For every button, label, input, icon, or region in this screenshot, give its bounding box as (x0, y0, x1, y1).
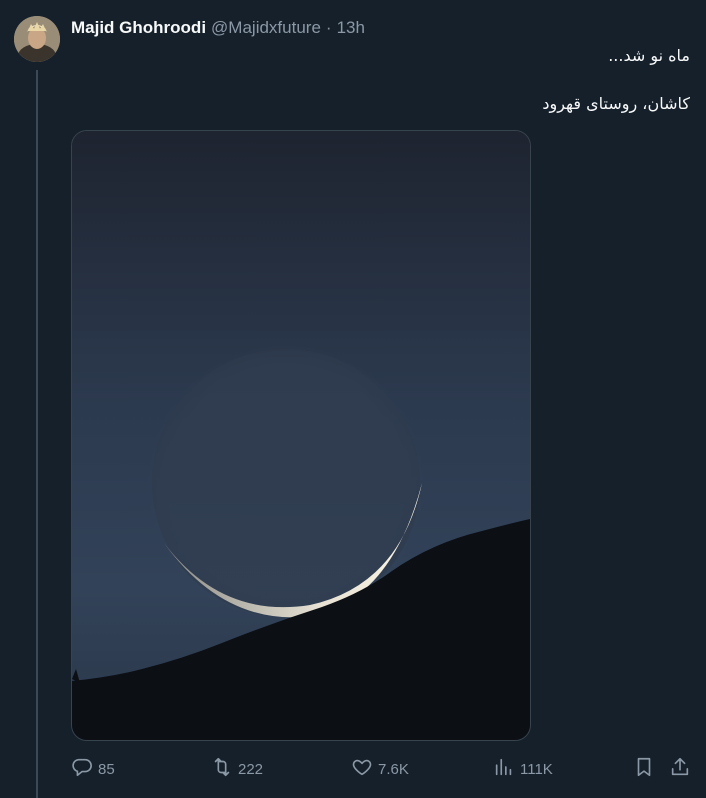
share-icon (669, 756, 691, 782)
reply-icon (71, 756, 93, 782)
tweet-text-line-2: کاشان، روستای قهرود (542, 94, 690, 113)
reply-button[interactable]: 85 (71, 756, 115, 782)
tweet-photo[interactable] (71, 130, 531, 741)
thread-line (36, 70, 38, 798)
bookmark-button[interactable] (633, 756, 655, 782)
author-handle[interactable]: @Majidxfuture (211, 18, 321, 38)
retweet-count: 222 (238, 760, 264, 778)
author-name[interactable]: Majid Ghohroodi (71, 18, 206, 38)
tweet-header: Majid Ghohroodi @Majidxfuture · 13h (71, 17, 365, 39)
tweet-text-line-1: ماه نو شد... (608, 46, 690, 65)
views-icon (493, 756, 515, 782)
timestamp[interactable]: 13h (337, 18, 365, 38)
reply-count: 85 (98, 760, 115, 778)
retweet-icon (211, 756, 233, 782)
views-count: 111K (520, 760, 553, 778)
like-button[interactable]: 7.6K (351, 756, 409, 782)
share-button[interactable] (669, 756, 691, 782)
retweet-button[interactable]: 222 (211, 756, 263, 782)
tweet-actions: 85 222 7.6K 111K (71, 756, 696, 782)
bookmark-icon (633, 756, 655, 782)
tweet: Majid Ghohroodi @Majidxfuture · 13h ماه … (0, 0, 706, 798)
like-count: 7.6K (378, 760, 409, 778)
heart-icon (351, 756, 373, 782)
separator-dot: · (325, 18, 332, 37)
views-button[interactable]: 111K (493, 756, 553, 782)
avatar[interactable] (14, 16, 60, 62)
